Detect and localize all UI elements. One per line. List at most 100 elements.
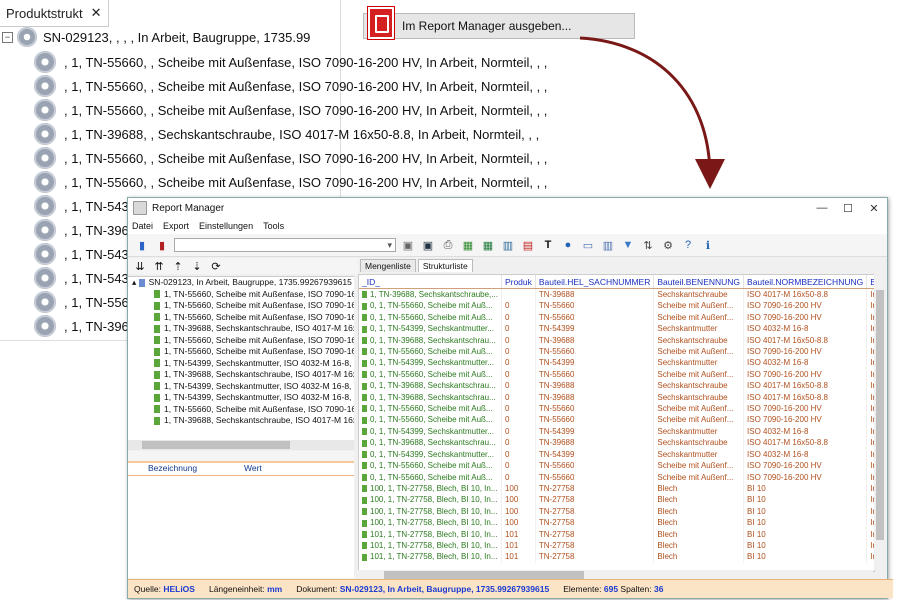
- tree-item[interactable]: 1, TN-55660, Scheibe mit Außenfase, ISO …: [128, 289, 354, 301]
- tree-item[interactable]: , 1, TN-55660, , Scheibe mit Außenfase, …: [34, 170, 547, 194]
- close-button[interactable]: ✕: [861, 202, 887, 215]
- table-row[interactable]: 1, TN-39688, Sechskantschraube,... TN-396…: [359, 288, 874, 301]
- columns-icon[interactable]: ▥: [600, 237, 616, 253]
- filter-icon[interactable]: ▼: [620, 237, 636, 253]
- table-row[interactable]: 0, 1, TN-39688, Sechskantschrau... 0 TN-39…: [359, 437, 874, 449]
- table-row[interactable]: 0, 1, TN-55660, Scheibe mit Auß... 0 TN-55…: [359, 471, 874, 483]
- table-cell: TN-55660: [535, 311, 655, 324]
- refresh-tree-icon[interactable]: ⟳: [208, 258, 224, 274]
- table-row[interactable]: 0, 1, TN-54399, Sechskantmutter... 0 TN-54…: [359, 357, 874, 369]
- save-icon[interactable]: ▣: [400, 237, 416, 253]
- collapse-icon[interactable]: −: [2, 31, 13, 43]
- info-icon[interactable]: ℹ: [700, 237, 716, 253]
- level-up-icon[interactable]: ⇡: [170, 258, 186, 274]
- table-row[interactable]: 0, 1, TN-54399, Sechskantmutter... 0 TN-54…: [359, 323, 874, 335]
- scrollbar-thumb[interactable]: [876, 290, 884, 540]
- table-row[interactable]: 100, 1, TN-27758, Blech, BI 10, In... 100…: [359, 494, 874, 506]
- tree-item[interactable]: 1, TN-55660, Scheibe mit Außenfase, ISO …: [128, 312, 354, 324]
- tree-item[interactable]: 1, TN-55660, Scheibe mit Außenfase, ISO …: [128, 404, 354, 416]
- tree-root-label: SN-029123, , , , In Arbeit, Baugruppe, 1…: [43, 29, 311, 45]
- tab-produktstruktur[interactable]: Produktstrukt ✕: [0, 0, 109, 27]
- tree-item[interactable]: 1, TN-55660, Scheibe mit Außenfase, ISO …: [128, 346, 354, 358]
- level-down-icon[interactable]: ⇣: [189, 258, 205, 274]
- tree-item[interactable]: 1, TN-55660, Scheibe mit Außenfase, ISO …: [128, 335, 354, 347]
- table-row[interactable]: 100, 1, TN-27758, Blech, BI 10, In... 100…: [359, 482, 874, 495]
- table-row[interactable]: 0, 1, TN-55660, Scheibe mit Auß... 0 TN-55…: [359, 414, 874, 426]
- cell-id: 0, 1, TN-54399, Sechskantmutter...: [359, 323, 502, 335]
- table-row[interactable]: 0, 1, TN-39688, Sechskantschrau... 0 TN-39…: [359, 391, 874, 404]
- table-row[interactable]: 0, 1, TN-39688, Sechskantschrau... 0 TN-39…: [359, 334, 874, 347]
- table-row[interactable]: 101, 1, TN-27758, Blech, BI 10, In... 101…: [359, 528, 874, 540]
- table-row[interactable]: 0, 1, TN-54399, Sechskantmutter... 0 TN-54…: [359, 425, 874, 438]
- table-row[interactable]: 0, 1, TN-55660, Scheibe mit Auß... 0 TN-55…: [359, 368, 874, 381]
- column-header[interactable]: _ID_: [359, 275, 502, 289]
- report-icon[interactable]: ▮: [154, 237, 170, 253]
- table-cell: 100: [501, 505, 536, 518]
- column-header[interactable]: Produk: [501, 275, 536, 289]
- menu-export[interactable]: Export: [163, 221, 189, 231]
- chart-icon[interactable]: ▥: [500, 237, 516, 253]
- collapse-icon[interactable]: ▴: [132, 277, 139, 287]
- pdf-icon[interactable]: ▤: [520, 237, 536, 253]
- column-header[interactable]: Bauteil.BENENNUNG: [653, 275, 745, 289]
- menu-einstellungen[interactable]: Einstellungen: [199, 221, 253, 231]
- excel-icon[interactable]: ▦: [480, 237, 496, 253]
- tree-item[interactable]: 1, TN-54399, Sechskantmutter, ISO 4032-M…: [128, 381, 354, 393]
- settings-icon[interactable]: ⚙: [660, 237, 676, 253]
- tree-item[interactable]: 1, TN-54399, Sechskantmutter, ISO 4032-M…: [128, 358, 354, 370]
- column-header[interactable]: Bauteil.NORMBEZEICHNUNG: [743, 275, 868, 289]
- save-as-icon[interactable]: ▣: [420, 237, 436, 253]
- help-icon[interactable]: ?: [680, 237, 696, 253]
- open-icon[interactable]: ▮: [134, 237, 150, 253]
- menu-datei[interactable]: Datei: [132, 221, 153, 231]
- sort-icon[interactable]: ⇅: [640, 237, 656, 253]
- export-icon[interactable]: ▦: [460, 237, 476, 253]
- table-row[interactable]: 0, 1, TN-39688, Sechskantschrau... 0 TN-39…: [359, 380, 874, 392]
- tree-item[interactable]: , 1, TN-55660, , Scheibe mit Außenfase, …: [34, 146, 547, 170]
- grid-vertical-scrollbar[interactable]: [874, 274, 886, 570]
- tree-root-node[interactable]: − SN-029123, , , , In Arbeit, Baugruppe,…: [2, 26, 310, 48]
- tree-item[interactable]: 1, TN-39688, Sechskantschraube, ISO 4017…: [128, 369, 354, 381]
- column-wert[interactable]: Wert: [244, 463, 262, 475]
- expand-all-icon[interactable]: ⇊: [132, 258, 148, 274]
- print-icon[interactable]: ⎙: [440, 237, 456, 253]
- column-bezeichnung[interactable]: Bezeichnung: [148, 463, 244, 475]
- minimize-button[interactable]: —: [809, 202, 835, 214]
- table-row[interactable]: 0, 1, TN-55660, Scheibe mit Auß... 0 TN-55…: [359, 311, 874, 324]
- column-header[interactable]: Bauteil.HEL_SACHNUMMER: [535, 275, 655, 289]
- table-row[interactable]: 0, 1, TN-55660, Scheibe mit Auß... 0 TN-55…: [359, 346, 874, 358]
- scrollbar-thumb[interactable]: [142, 441, 290, 449]
- tab-mengenliste[interactable]: Mengenliste: [360, 259, 416, 272]
- table-row[interactable]: 0, 1, TN-55660, Scheibe mit Auß... 0 TN-55…: [359, 403, 874, 415]
- tree-root-node[interactable]: ▴ SN-029123, In Arbeit, Baugruppe, 1735.…: [128, 277, 354, 289]
- tree-item[interactable]: 1, TN-39688, Sechskantschraube, ISO 4017…: [128, 415, 354, 427]
- tree-item[interactable]: , 1, TN-55660, , Scheibe mit Außenfase, …: [34, 98, 547, 122]
- tree-item[interactable]: 1, TN-55660, Scheibe mit Außenfase, ISO …: [128, 300, 354, 312]
- tree-item[interactable]: , 1, TN-55660, , Scheibe mit Außenfase, …: [34, 50, 547, 74]
- menu-tools[interactable]: Tools: [263, 221, 284, 231]
- table-row[interactable]: 0, 1, TN-55660, Scheibe mit Auß... 0 TN-55…: [359, 460, 874, 472]
- cell-id: 0, 1, TN-55660, Scheibe mit Auß...: [359, 471, 502, 483]
- tree-horizontal-scrollbar[interactable]: [128, 440, 354, 450]
- text-icon[interactable]: T: [540, 237, 556, 253]
- window-icon[interactable]: ▭: [580, 237, 596, 253]
- collapse-all-icon[interactable]: ⇈: [151, 258, 167, 274]
- tree-item[interactable]: 1, TN-39688, Sechskantschraube, ISO 4017…: [128, 323, 354, 335]
- scrollbar-thumb[interactable]: [384, 571, 584, 579]
- tree-item[interactable]: , 1, TN-55660, , Scheibe mit Außenfase, …: [34, 74, 547, 98]
- tree-item[interactable]: 1, TN-54399, Sechskantmutter, ISO 4032-M…: [128, 392, 354, 404]
- maximize-button[interactable]: ☐: [835, 202, 861, 215]
- close-icon[interactable]: ✕: [91, 5, 102, 21]
- table-row[interactable]: 101, 1, TN-27758, Blech, BI 10, In... 101…: [359, 551, 874, 563]
- table-row[interactable]: 100, 1, TN-27758, Blech, BI 10, In... 100…: [359, 517, 874, 529]
- globe-icon[interactable]: ●: [560, 237, 576, 253]
- tab-strukturliste[interactable]: Strukturliste: [417, 259, 473, 272]
- tree-item[interactable]: , 1, TN-39688, , Sechskantschraube, ISO …: [34, 122, 547, 146]
- table-row[interactable]: 0, 1, TN-54399, Sechskantmutter... 0 TN-54…: [359, 448, 874, 461]
- template-dropdown[interactable]: ▾: [174, 238, 396, 252]
- splitter-handle[interactable]: [128, 451, 354, 461]
- cell-id: 100, 1, TN-27758, Blech, BI 10, In...: [359, 482, 502, 495]
- table-row[interactable]: 101, 1, TN-27758, Blech, BI 10, In... 101…: [359, 539, 874, 552]
- table-row[interactable]: 0, 1, TN-55660, Scheibe mit Auß... 0 TN-55…: [359, 300, 874, 312]
- table-row[interactable]: 100, 1, TN-27758, Blech, BI 10, In... 100…: [359, 505, 874, 518]
